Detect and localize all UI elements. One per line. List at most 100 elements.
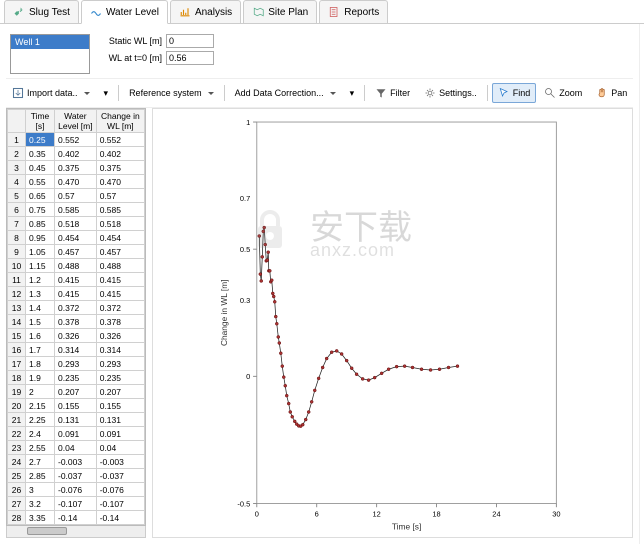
cell[interactable]: 0.314	[96, 343, 144, 357]
cell[interactable]: 2.15	[26, 399, 55, 413]
row-header[interactable]: 12	[8, 287, 26, 301]
cell[interactable]: -0.037	[96, 469, 144, 483]
cell[interactable]: 0.25	[26, 133, 55, 147]
table-row[interactable]: 121.30.4150.415	[8, 287, 145, 301]
cell[interactable]: 0.518	[96, 217, 144, 231]
col-header[interactable]: Time [s]	[26, 110, 55, 133]
cell[interactable]: -0.003	[96, 455, 144, 469]
wl-t0-input[interactable]	[166, 51, 214, 65]
cell[interactable]: 0.65	[26, 189, 55, 203]
cell[interactable]: 1.7	[26, 343, 55, 357]
col-header[interactable]	[8, 110, 26, 133]
table-row[interactable]: 30.450.3750.375	[8, 161, 145, 175]
cell[interactable]: -0.107	[96, 497, 144, 511]
table-row[interactable]: 1920.2070.207	[8, 385, 145, 399]
row-header[interactable]: 13	[8, 301, 26, 315]
cell[interactable]: 1.3	[26, 287, 55, 301]
cell[interactable]: 0.457	[96, 245, 144, 259]
settings-button[interactable]: Settings..	[418, 83, 483, 103]
cell[interactable]: 0.488	[55, 259, 97, 273]
well-list[interactable]: Well 1	[10, 34, 90, 74]
tab-site-plan[interactable]: Site Plan	[243, 0, 317, 23]
cell[interactable]: 0.55	[26, 175, 55, 189]
cell[interactable]: -0.076	[96, 483, 144, 497]
cell[interactable]: 0.378	[55, 315, 97, 329]
cell[interactable]: 0.415	[96, 273, 144, 287]
corr-split[interactable]: ▾	[344, 84, 361, 103]
cell[interactable]: 0.585	[96, 203, 144, 217]
table-row[interactable]: 202.150.1550.155	[8, 399, 145, 413]
table-row[interactable]: 242.7-0.003-0.003	[8, 455, 145, 469]
cell[interactable]: 0.552	[55, 133, 97, 147]
tab-reports[interactable]: Reports	[319, 0, 388, 23]
row-header[interactable]: 6	[8, 203, 26, 217]
cell[interactable]: 0.131	[55, 413, 97, 427]
cell[interactable]: 0.415	[55, 273, 97, 287]
cell[interactable]: 0.155	[96, 399, 144, 413]
table-row[interactable]: 212.250.1310.131	[8, 413, 145, 427]
row-header[interactable]: 25	[8, 469, 26, 483]
cell[interactable]: 0.326	[96, 329, 144, 343]
filter-button[interactable]: Filter	[369, 83, 416, 103]
cell[interactable]: 2.85	[26, 469, 55, 483]
import-button[interactable]: Import data..	[6, 83, 96, 103]
row-header[interactable]: 3	[8, 161, 26, 175]
cell[interactable]: 0.372	[55, 301, 97, 315]
row-header[interactable]: 27	[8, 497, 26, 511]
cell[interactable]: 0.207	[55, 385, 97, 399]
cell[interactable]: 1.6	[26, 329, 55, 343]
row-header[interactable]: 19	[8, 385, 26, 399]
tab-analysis[interactable]: Analysis	[170, 0, 241, 23]
cell[interactable]: -0.003	[55, 455, 97, 469]
table-row[interactable]: 141.50.3780.378	[8, 315, 145, 329]
cell[interactable]: 0.402	[96, 147, 144, 161]
cell[interactable]: 1.9	[26, 371, 55, 385]
cell[interactable]: 0.95	[26, 231, 55, 245]
cell[interactable]: 0.131	[96, 413, 144, 427]
cell[interactable]: 0.155	[55, 399, 97, 413]
cell[interactable]: -0.14	[55, 511, 97, 525]
cell[interactable]: 0.552	[96, 133, 144, 147]
row-header[interactable]: 4	[8, 175, 26, 189]
table-row[interactable]: 283.35-0.14-0.14	[8, 511, 145, 525]
cell[interactable]: 2	[26, 385, 55, 399]
row-header[interactable]: 26	[8, 483, 26, 497]
refsys-button[interactable]: Reference system	[123, 84, 220, 102]
table-row[interactable]: 40.550.4700.470	[8, 175, 145, 189]
tab-slug-test[interactable]: Slug Test	[4, 0, 79, 23]
find-button[interactable]: Find	[492, 83, 537, 103]
row-header[interactable]: 11	[8, 273, 26, 287]
cell[interactable]: 1.5	[26, 315, 55, 329]
cell[interactable]: 0.402	[55, 147, 97, 161]
row-header[interactable]: 23	[8, 441, 26, 455]
table-row[interactable]: 161.70.3140.314	[8, 343, 145, 357]
cell[interactable]: 1.8	[26, 357, 55, 371]
cell[interactable]: 3.2	[26, 497, 55, 511]
cell[interactable]: 2.4	[26, 427, 55, 441]
table-row[interactable]: 50.650.570.57	[8, 189, 145, 203]
cell[interactable]: 0.585	[55, 203, 97, 217]
cell[interactable]: 0.326	[55, 329, 97, 343]
cell[interactable]: 0.57	[55, 189, 97, 203]
row-header[interactable]: 21	[8, 413, 26, 427]
row-header[interactable]: 16	[8, 343, 26, 357]
row-header[interactable]: 8	[8, 231, 26, 245]
cell[interactable]: 2.7	[26, 455, 55, 469]
table-row[interactable]: 10.250.5520.552	[8, 133, 145, 147]
cell[interactable]: -0.076	[55, 483, 97, 497]
cell[interactable]: 0.235	[55, 371, 97, 385]
cell[interactable]: 0.454	[96, 231, 144, 245]
cell[interactable]: 0.378	[96, 315, 144, 329]
cell[interactable]: 0.75	[26, 203, 55, 217]
row-header[interactable]: 14	[8, 315, 26, 329]
data-table[interactable]: Time [s]Water Level [m]Change in WL [m] …	[7, 109, 145, 526]
table-row[interactable]: 222.40.0910.091	[8, 427, 145, 441]
table-row[interactable]: 252.85-0.037-0.037	[8, 469, 145, 483]
cell[interactable]: 0.415	[96, 287, 144, 301]
cell[interactable]: 0.293	[55, 357, 97, 371]
table-row[interactable]: 273.2-0.107-0.107	[8, 497, 145, 511]
cell[interactable]: 0.57	[96, 189, 144, 203]
cell[interactable]: 0.457	[55, 245, 97, 259]
cell[interactable]: 3	[26, 483, 55, 497]
cell[interactable]: 0.372	[96, 301, 144, 315]
